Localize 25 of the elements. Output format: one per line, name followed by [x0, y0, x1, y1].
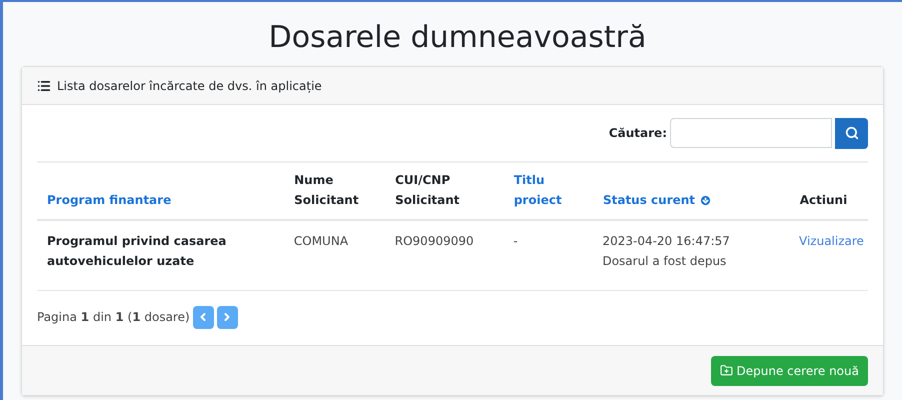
- column-header: Nume Solicitant: [294, 172, 360, 209]
- column-header: CUI/CNP Solicitant: [395, 172, 461, 209]
- table-cell: Programul privind casarea autovehiculelor uzate: [47, 234, 226, 268]
- search-label: Căutare:: [608, 125, 667, 142]
- table-cell: -: [513, 234, 518, 248]
- sort-descending-icon: [699, 194, 712, 206]
- folder-plus-icon: [720, 364, 733, 377]
- search-field[interactable]: [670, 118, 832, 148]
- next-page-button[interactable]: [216, 306, 238, 328]
- table-cell: COMUNA: [294, 234, 348, 248]
- pagination-text: Pagina 1 din 1 (1 dosare): [37, 309, 190, 326]
- column-header[interactable]: Status curent: [602, 190, 696, 210]
- card-header-title: Lista dosarelor încărcate de dvs. în aplicație: [57, 78, 322, 94]
- page-title: Dosarele dumneavoastră: [268, 19, 648, 57]
- search-icon: [844, 126, 858, 140]
- column-header: Actiuni: [800, 192, 848, 209]
- list-icon: [37, 78, 51, 92]
- table-cell: RO90909090: [394, 234, 474, 248]
- search-button[interactable]: [835, 118, 868, 148]
- column-header[interactable]: Titlu proiect: [514, 170, 583, 210]
- new-request-button[interactable]: Depune cerere nouă: [710, 356, 868, 386]
- view-link[interactable]: Vizualizare: [799, 234, 864, 248]
- previous-page-button[interactable]: [192, 306, 214, 328]
- table-cell: 2023-04-20 16:47:57 Dosarul a fost depus: [602, 234, 730, 268]
- column-header[interactable]: Program finantare: [47, 190, 172, 210]
